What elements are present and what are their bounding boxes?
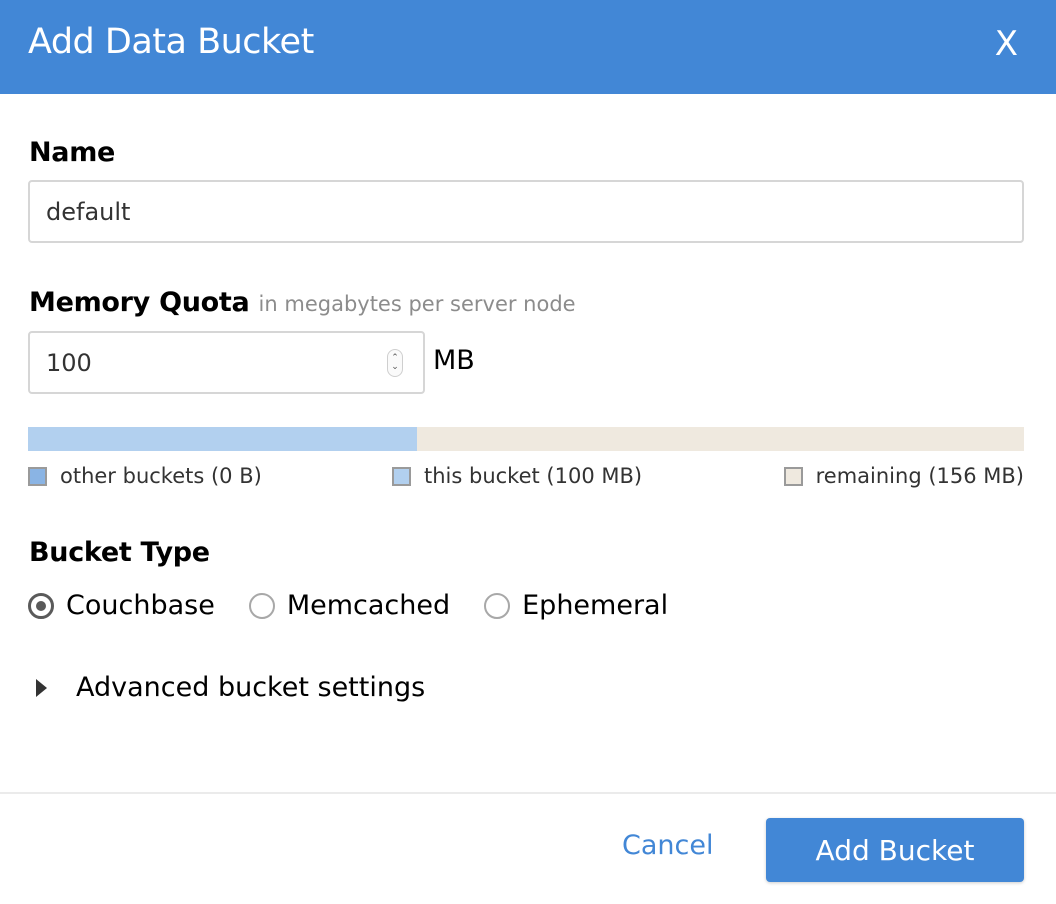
memory-quota-input[interactable]: 100 ⌃ ⌄ bbox=[28, 331, 425, 394]
dialog-title: Add Data Bucket bbox=[28, 22, 314, 62]
name-input[interactable]: default bbox=[28, 180, 1024, 243]
radio-label: Memcached bbox=[286, 590, 451, 621]
radio-label: Ephemeral bbox=[522, 590, 669, 621]
bucket-type-label: Bucket Type bbox=[29, 537, 210, 568]
legend-label-remaining: remaining (156 MB) bbox=[815, 464, 1024, 488]
memory-quota-unit: MB bbox=[433, 345, 475, 376]
advanced-settings-label: Advanced bucket settings bbox=[76, 672, 426, 703]
chevron-down-icon[interactable]: ⌄ bbox=[391, 363, 399, 372]
radio-memcached[interactable]: Memcached bbox=[248, 590, 451, 621]
radio-couchbase[interactable]: Couchbase bbox=[28, 590, 215, 621]
memory-quota-label-text: Memory Quota bbox=[29, 287, 250, 318]
name-label: Name bbox=[29, 137, 116, 168]
legend-swatch-this bbox=[392, 466, 411, 486]
legend-remaining: remaining (156 MB) bbox=[783, 464, 1024, 488]
bar-segment-this-bucket bbox=[28, 427, 418, 451]
radio-button-icon[interactable] bbox=[28, 592, 54, 619]
add-bucket-button[interactable]: Add Bucket bbox=[766, 818, 1024, 882]
radio-button-icon[interactable] bbox=[248, 592, 275, 619]
memory-quota-value: 100 bbox=[46, 348, 92, 377]
dialog-header: Add Data Bucket X bbox=[0, 0, 1056, 94]
legend-label-other: other buckets (0 B) bbox=[60, 464, 262, 488]
legend-label-this: this bucket (100 MB) bbox=[424, 464, 643, 488]
name-input-value: default bbox=[46, 197, 131, 226]
caret-right-icon bbox=[36, 678, 47, 697]
radio-label: Couchbase bbox=[66, 590, 215, 621]
legend-swatch-other bbox=[28, 466, 47, 486]
close-button[interactable]: X bbox=[995, 24, 1018, 64]
footer-divider bbox=[0, 792, 1056, 794]
cancel-button[interactable]: Cancel bbox=[622, 830, 713, 861]
legend-swatch-remaining bbox=[783, 466, 803, 486]
quota-usage-bar bbox=[28, 427, 1024, 451]
quota-stepper[interactable]: ⌃ ⌄ bbox=[387, 349, 403, 377]
memory-quota-label: Memory Quota in megabytes per server nod… bbox=[29, 287, 576, 318]
bucket-type-radio-group: Couchbase Memcached Ephemeral bbox=[28, 590, 702, 621]
memory-quota-hint: in megabytes per server node bbox=[258, 292, 576, 316]
radio-ephemeral[interactable]: Ephemeral bbox=[484, 590, 668, 621]
advanced-settings-toggle[interactable]: Advanced bucket settings bbox=[36, 672, 425, 703]
legend-this-bucket: this bucket (100 MB) bbox=[392, 464, 642, 488]
legend-other-buckets: other buckets (0 B) bbox=[28, 464, 262, 488]
radio-button-icon[interactable] bbox=[484, 592, 511, 619]
